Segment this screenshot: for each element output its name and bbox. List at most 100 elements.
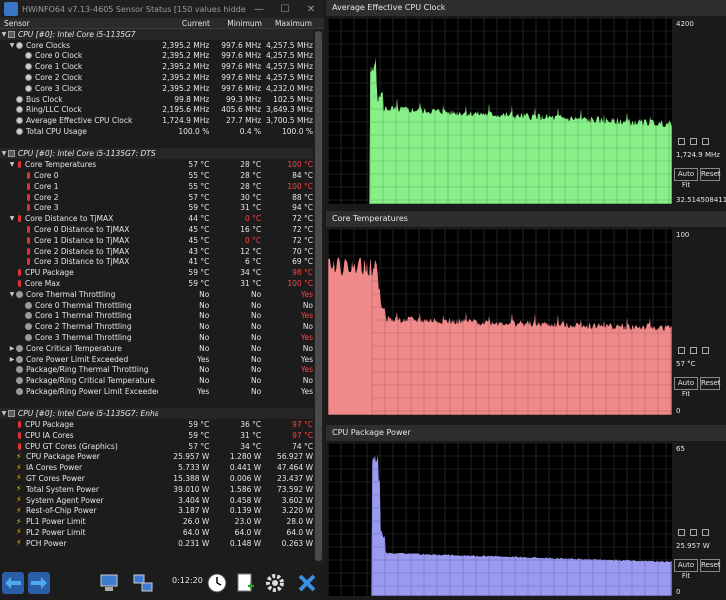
sensor-row[interactable]: Ring/LLC Clock 2,195.6 MHz 405.6 MHz 3,649.… [0,105,313,116]
sensor-row[interactable]: ⚡ GT Cores Power 15.388 W 0.006 W 23.437 W [0,473,313,484]
sensor-row[interactable]: Core 0 Distance to TjMAX 45 °C 16 °C 72 °C [0,224,313,235]
col-minimum[interactable]: Minimum [210,18,262,28]
sensor-row[interactable]: CPU IA Cores 59 °C 31 °C 97 °C [0,430,313,441]
sensor-row[interactable]: Core 0 Clock 2,395.2 MHz 997.6 MHz 4,257.5 … [0,51,313,62]
sensor-name-cell: Core 1 Clock [0,62,158,71]
minimize-icon[interactable]: — [246,4,272,15]
chevron-right-icon[interactable]: ▶ [8,345,16,352]
graph-option-checkbox[interactable] [690,529,697,536]
sensor-row[interactable]: Core 1 Distance to TjMAX 45 °C 0 °C 72 °C [0,235,313,246]
graph-option-checkbox[interactable] [678,529,685,536]
auto-fit-button[interactable]: Auto Fit [674,559,698,580]
vertical-scrollbar[interactable] [313,29,324,565]
sensor-row[interactable]: ⚡ IA Cores Power 5.733 W 0.441 W 47.464 W [0,462,313,473]
network-computer-icon[interactable] [98,572,120,594]
sensor-row[interactable]: Core Max 59 °C 31 °C 100 °C [0,278,313,289]
graph-plot[interactable] [328,18,672,204]
sensor-group-row[interactable]: ▼ CPU [#0]: Intel Core i5-1135G7 [0,29,313,40]
value-min: 31 °C [240,278,262,288]
report-icon[interactable] [234,572,256,594]
chevron-down-icon[interactable]: ▼ [8,215,16,222]
value-max: Yes [300,332,313,342]
graph-option-checkbox[interactable] [702,347,709,354]
sensor-row[interactable]: ▼ Core Clocks 2,395.2 MHz 997.6 MHz 4,257.5 … [0,40,313,51]
value-cur: 99.8 MHz [174,94,210,104]
graph-option-checkbox[interactable] [690,347,697,354]
chevron-down-icon[interactable]: ▼ [0,31,8,38]
sensor-row[interactable]: Core 3 Distance to TjMAX 41 °C 6 °C 69 °C [0,256,313,267]
sensor-row[interactable]: Core 3 Clock 2,395.2 MHz 997.6 MHz 4,232.0 … [0,83,313,94]
chevron-down-icon[interactable]: ▼ [8,161,16,168]
sensor-row[interactable]: CPU Package 59 °C 36 °C 97 °C [0,419,313,430]
sensor-row[interactable]: Package/Ring Critical Temperature No No No [0,375,313,386]
col-current[interactable]: Current [168,18,210,28]
sensor-row[interactable]: Core 2 57 °C 30 °C 88 °C [0,192,313,203]
sensor-row[interactable]: Core 3 59 °C 31 °C 94 °C [0,202,313,213]
sensor-row[interactable]: ▶ Core Power Limit Exceeded Yes No Yes [0,354,313,365]
sensor-row[interactable]: Core 0 55 °C 28 °C 84 °C [0,170,313,181]
sensor-row[interactable]: ⚡ PL2 Power Limit 64.0 W 64.0 W 64.0 W [0,527,313,538]
value-cur: 2,395.2 MHz [162,51,210,61]
graph-option-checkbox[interactable] [702,529,709,536]
sensor-row[interactable]: ⚡ System Agent Power 3.404 W 0.458 W 3.602 W [0,495,313,506]
graph-option-checkbox[interactable] [678,138,685,145]
sensor-row[interactable]: Core 2 Clock 2,395.2 MHz 997.6 MHz 4,257.5 … [0,72,313,83]
sensor-row[interactable]: ⚡ CPU Package Power 25.957 W 1.280 W 56.927 … [0,451,313,462]
auto-fit-button[interactable]: Auto Fit [674,168,698,189]
col-maximum[interactable]: Maximum [262,18,312,28]
sensor-row[interactable]: ⚡ Total System Power 39.010 W 1.586 W 73.592… [0,484,313,495]
sensor-row[interactable]: Core 1 Clock 2,395.2 MHz 997.6 MHz 4,257.5 … [0,61,313,72]
sensor-group-row[interactable]: ▼ CPU [#0]: Intel Core i5-1135G7: Enhance… [0,408,313,420]
sensor-row[interactable]: Core 1 55 °C 28 °C 100 °C [0,181,313,192]
lightning-icon: ⚡ [16,527,22,537]
sensor-row[interactable]: Average Effective CPU Clock 1,724.9 MHz 27… [0,115,313,126]
graph-option-checkbox[interactable] [702,138,709,145]
sensor-row[interactable]: ⚡ Rest-of-Chip Power 3.187 W 0.139 W 3.220 W [0,505,313,516]
reset-button[interactable]: Reset [700,377,721,390]
sensor-row[interactable]: CPU Package 59 °C 34 °C 98 °C [0,267,313,278]
nav-left-right-icon[interactable] [2,572,24,594]
chevron-down-icon[interactable]: ▼ [8,42,16,49]
sensor-row[interactable]: Total CPU Usage 100.0 % 0.4 % 100.0 % [0,126,313,137]
sensor-row[interactable]: CPU GT Cores (Graphics) 57 °C 34 °C 74 °C [0,441,313,452]
sensor-row[interactable]: Core 3 Thermal Throttling No No Yes [0,332,313,343]
graph-plot[interactable] [328,443,672,596]
value-cur: No [199,322,210,332]
sensor-row[interactable]: Bus Clock 99.8 MHz 99.3 MHz 102.5 MHz [0,94,313,105]
reset-button[interactable]: Reset [700,168,721,181]
close-x-icon[interactable] [296,572,318,594]
graph-option-checkbox[interactable] [690,138,697,145]
scrollbar-thumb[interactable] [315,31,322,561]
sensor-name-cell: ⚡ PCH Power [0,539,158,548]
clock-icon[interactable] [206,572,228,594]
graph-plot[interactable] [328,229,672,415]
sensor-row[interactable]: Package/Ring Thermal Throttling No No Yes [0,364,313,375]
maximize-icon[interactable]: ☐ [272,4,298,15]
settings-gear-icon[interactable] [264,572,286,594]
auto-fit-button[interactable]: Auto Fit [674,377,698,398]
sensor-row[interactable]: ▶ Core Critical Temperature No No No [0,343,313,354]
nav-right-icon[interactable] [28,572,50,594]
sensor-row[interactable]: Core 2 Thermal Throttling No No No [0,321,313,332]
reset-button[interactable]: Reset [700,559,721,572]
sensor-row[interactable]: Core 2 Distance to TjMAX 43 °C 12 °C 70 °C [0,246,313,257]
value-min: 28 °C [240,170,262,180]
col-sensor[interactable]: Sensor [0,18,168,28]
chevron-down-icon[interactable]: ▼ [0,410,8,417]
sensor-row[interactable]: ▼ Core Thermal Throttling No No Yes [0,289,313,300]
sensor-row[interactable]: ⚡ PL1 Power Limit 26.0 W 23.0 W 28.0 W [0,516,313,527]
chevron-right-icon[interactable]: ▶ [8,356,16,363]
network-share-icon[interactable] [132,572,154,594]
sensor-row[interactable]: ▼ Core Distance to TjMAX 44 °C 0 °C 72 °C [0,213,313,224]
chevron-down-icon[interactable]: ▼ [0,150,8,157]
graph-option-checkbox[interactable] [678,347,685,354]
value-max: No [302,322,313,332]
sensor-row[interactable]: Core 1 Thermal Throttling No No Yes [0,310,313,321]
sensor-row[interactable]: ▼ Core Temperatures 57 °C 28 °C 100 °C [0,159,313,170]
sensor-row[interactable]: Core 0 Thermal Throttling No No No [0,300,313,311]
sensor-row[interactable]: ⚡ PCH Power 0.231 W 0.148 W 0.263 W [0,538,313,549]
close-icon[interactable]: ✕ [298,4,324,15]
chevron-down-icon[interactable]: ▼ [8,291,16,298]
sensor-row[interactable]: Package/Ring Power Limit Exceeded Yes No Ye… [0,386,313,397]
sensor-group-row[interactable]: ▼ CPU [#0]: Intel Core i5-1135G7: DTS [0,148,313,160]
